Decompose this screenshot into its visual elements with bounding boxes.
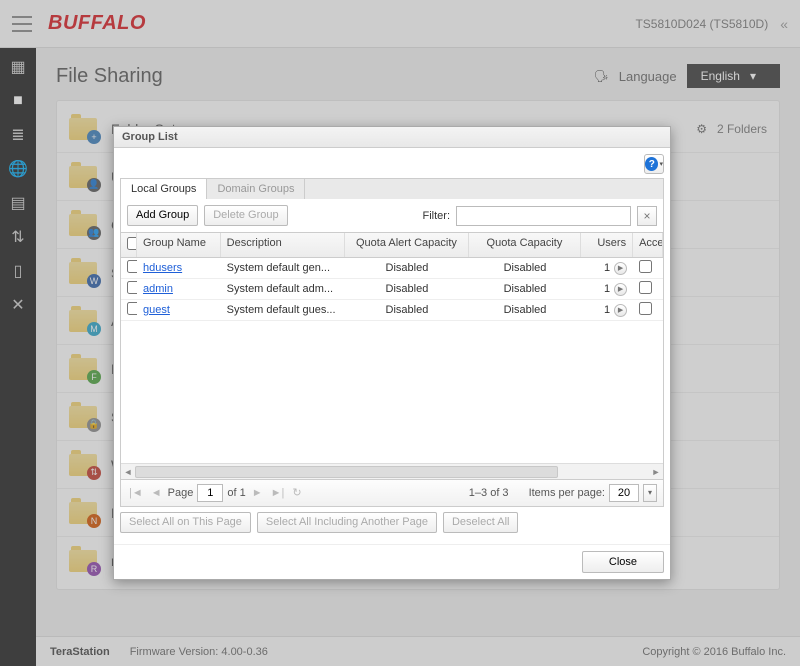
cell-users-count: 1 xyxy=(604,283,610,295)
access-checkbox[interactable] xyxy=(639,260,652,273)
row-checkbox[interactable] xyxy=(127,260,137,273)
deselect-all-button[interactable]: Deselect All xyxy=(443,512,518,533)
cell-users-count: 1 xyxy=(604,262,610,274)
pager-last-icon[interactable]: ►| xyxy=(269,487,287,499)
col-users[interactable]: Users xyxy=(581,233,633,257)
cell-description: System default gues... xyxy=(221,302,346,318)
selection-row: Select All on This Page Select All Inclu… xyxy=(120,507,664,538)
access-checkbox[interactable] xyxy=(639,281,652,294)
select-all-checkbox[interactable] xyxy=(127,237,137,250)
pager-prev-icon[interactable]: ◄ xyxy=(149,487,164,499)
cell-quota-capacity: Disabled xyxy=(469,260,582,276)
group-name-link[interactable]: admin xyxy=(143,283,173,295)
tab-domain-groups[interactable]: Domain Groups xyxy=(207,179,305,199)
group-name-link[interactable]: hdusers xyxy=(143,262,182,274)
pager-first-icon[interactable]: |◄ xyxy=(127,487,145,499)
modal-title: Group List xyxy=(114,127,670,148)
add-group-button[interactable]: Add Group xyxy=(127,205,198,226)
pager-page-input[interactable] xyxy=(197,484,223,502)
scroll-thumb[interactable] xyxy=(135,466,558,478)
pager: |◄ ◄ Page of 1 ► ►| ↻ 1–3 of 3 Items per… xyxy=(120,480,664,507)
delete-group-button[interactable]: Delete Group xyxy=(204,205,287,226)
scroll-left-icon[interactable]: ◄ xyxy=(121,464,135,480)
ipp-label: Items per page: xyxy=(529,487,605,499)
close-button[interactable]: Close xyxy=(582,551,664,573)
filter-label: Filter: xyxy=(423,210,451,222)
ipp-dropdown-icon[interactable]: ▾ xyxy=(643,484,657,502)
group-grid: Group Name Description Quota Alert Capac… xyxy=(120,233,664,480)
ipp-input[interactable] xyxy=(609,484,639,502)
table-row[interactable]: hdusersSystem default gen...DisabledDisa… xyxy=(121,258,663,279)
cell-quota-capacity: Disabled xyxy=(469,281,582,297)
col-group-name[interactable]: Group Name xyxy=(137,233,221,257)
group-toolbar: Add Group Delete Group Filter: × xyxy=(120,199,664,233)
tab-local-groups[interactable]: Local Groups xyxy=(121,179,207,199)
horizontal-scrollbar[interactable]: ◄ ► xyxy=(121,463,663,479)
table-row[interactable]: guestSystem default gues...DisabledDisab… xyxy=(121,300,663,321)
cell-description: System default adm... xyxy=(221,281,346,297)
cell-quota-capacity: Disabled xyxy=(469,302,582,318)
select-all-page-button[interactable]: Select All on This Page xyxy=(120,512,251,533)
grid-header: Group Name Description Quota Alert Capac… xyxy=(121,233,663,258)
filter-input[interactable] xyxy=(456,206,631,226)
col-quota-capacity[interactable]: Quota Capacity xyxy=(469,233,582,257)
select-all-pages-button[interactable]: Select All Including Another Page xyxy=(257,512,437,533)
col-description[interactable]: Description xyxy=(221,233,346,257)
cell-quota-alert: Disabled xyxy=(345,302,469,318)
cell-quota-alert: Disabled xyxy=(345,281,469,297)
grid-body: hdusersSystem default gen...DisabledDisa… xyxy=(121,258,663,463)
help-icon: ? xyxy=(645,157,658,171)
users-expand-icon[interactable]: ▶ xyxy=(614,262,627,275)
cell-quota-alert: Disabled xyxy=(345,260,469,276)
col-quota-alert[interactable]: Quota Alert Capacity xyxy=(345,233,469,257)
filter-clear-button[interactable]: × xyxy=(637,206,657,226)
cell-description: System default gen... xyxy=(221,260,346,276)
pager-range: 1–3 of 3 xyxy=(469,487,509,499)
pager-next-icon[interactable]: ► xyxy=(250,487,265,499)
table-row[interactable]: adminSystem default adm...DisabledDisabl… xyxy=(121,279,663,300)
cell-users-count: 1 xyxy=(604,304,610,316)
help-button[interactable]: ?▾ xyxy=(644,154,664,174)
users-expand-icon[interactable]: ▶ xyxy=(614,304,627,317)
group-tabs: Local Groups Domain Groups xyxy=(120,178,664,199)
pager-refresh-icon[interactable]: ↻ xyxy=(290,486,303,499)
row-checkbox[interactable] xyxy=(127,281,137,294)
col-access[interactable]: Access xyxy=(633,233,663,257)
users-expand-icon[interactable]: ▶ xyxy=(614,283,627,296)
row-checkbox[interactable] xyxy=(127,302,137,315)
pager-of-label: of 1 xyxy=(227,487,245,499)
pager-page-label: Page xyxy=(168,487,194,499)
access-checkbox[interactable] xyxy=(639,302,652,315)
group-name-link[interactable]: guest xyxy=(143,304,170,316)
scroll-right-icon[interactable]: ► xyxy=(649,464,663,480)
group-list-modal: Group List ?▾ Local Groups Domain Groups… xyxy=(113,126,671,580)
